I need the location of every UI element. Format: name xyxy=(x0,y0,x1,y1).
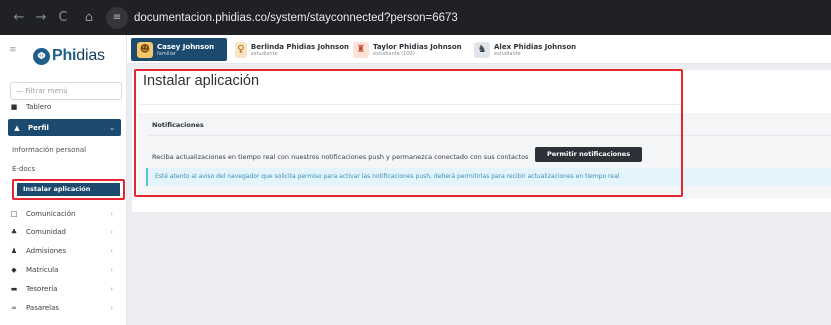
divider xyxy=(147,135,831,136)
sidebar-subitem-edocs[interactable]: E-docs xyxy=(12,165,35,173)
sidebar-item-label: Pasarelas xyxy=(26,303,60,312)
avatar-icon: ☻ xyxy=(137,41,153,58)
chevron-right-icon: › xyxy=(110,209,113,218)
chevron-down-icon: ⌄ xyxy=(109,123,115,132)
tab-role: familiar xyxy=(157,50,176,57)
tab-name: Berlinda Phidias Johnson xyxy=(250,42,349,51)
sidebar-item-label: Perfil xyxy=(28,123,49,132)
sidebar-item-label: Matrícula xyxy=(26,265,59,274)
tab-role: estudiante xyxy=(250,50,278,57)
highlight-box-sidebar: Instalar aplicación xyxy=(12,179,125,200)
sidebar-item-label: Tesorería xyxy=(26,284,58,293)
avatar-icon: ♀ xyxy=(235,41,247,58)
avatar-icon: ♜ xyxy=(353,41,369,58)
info-alert-text: Esté atento al aviso del navegador que s… xyxy=(155,173,620,180)
tab-name: Taylor Phidias Johnson xyxy=(373,42,462,51)
tab-name: Alex Phidias Johnson xyxy=(494,42,577,51)
tab-role: estudiante xyxy=(494,50,521,57)
chevron-right-icon: › xyxy=(110,227,113,236)
sidebar-subitem-informacion-personal[interactable]: Información personal xyxy=(12,146,86,154)
sidebar-item-label: Comunidad xyxy=(26,227,66,236)
logo-mark: Φ xyxy=(33,47,50,65)
graduation-cap-icon: ◆ xyxy=(11,265,17,274)
tab-name: Casey Johnson xyxy=(157,42,215,51)
money-icon: ▬ xyxy=(10,284,18,293)
tab-berlinda-phidias-johnson[interactable]: ♀ Berlinda Phidias Johnson estudiante xyxy=(231,38,349,61)
link-icon: ∞ xyxy=(11,303,17,312)
menu-toggle-icon[interactable]: ≡ xyxy=(9,45,17,55)
sidebar-item-label: Admisiones xyxy=(26,246,67,255)
chat-icon: □ xyxy=(10,209,18,218)
sidebar-item-comunidad[interactable]: ♣ Comunidad › xyxy=(8,224,121,239)
chevron-right-icon: › xyxy=(110,303,113,312)
back-icon[interactable]: ← xyxy=(8,0,30,35)
chevron-right-icon: › xyxy=(110,246,113,255)
avatar-icon: ♞ xyxy=(474,41,490,58)
home-icon[interactable]: ⌂ xyxy=(78,0,100,35)
browser-toolbar: ← → C ⌂ ≡ documentacion.phidias.co/syste… xyxy=(0,0,831,35)
forward-icon[interactable]: → xyxy=(30,0,52,35)
sidebar-item-label: Comunicación xyxy=(26,209,76,218)
section-heading: Notificaciones xyxy=(152,121,204,129)
person-tabs-bar: ☻ Casey Johnson familiar ♀ Berlinda Phid… xyxy=(127,35,831,64)
site-info-icon[interactable]: ≡ xyxy=(106,6,128,29)
sidebar-item-admisiones[interactable]: ♟ Admisiones › xyxy=(8,243,121,258)
page-title: Instalar aplicación xyxy=(143,73,260,89)
phidias-logo[interactable]: Φ Phidias xyxy=(33,47,105,65)
sidebar-item-comunicacion[interactable]: □ Comunicación › xyxy=(8,206,121,221)
divider xyxy=(138,104,682,105)
tab-taylor-phidias-johnson[interactable]: ♜ Taylor Phidias Johnson estudiante (100… xyxy=(349,38,469,61)
chevron-right-icon: › xyxy=(110,265,113,274)
sidebar-item-tablero[interactable]: ■ Tablero xyxy=(8,99,121,114)
sidebar-item-tesoreria[interactable]: ▬ Tesorería › xyxy=(8,281,121,296)
sidebar-item-perfil[interactable]: ▲ Perfil ⌄ xyxy=(8,119,121,136)
dashboard-icon: ■ xyxy=(10,102,18,111)
chevron-right-icon: › xyxy=(110,284,113,293)
user-icon: ▲ xyxy=(14,123,20,132)
notification-description: Reciba actualizaciones en tiempo real co… xyxy=(152,153,529,161)
admissions-icon: ♟ xyxy=(10,246,18,255)
address-bar[interactable]: documentacion.phidias.co/system/stayconn… xyxy=(134,12,458,24)
sidebar-subitem-instalar-aplicacion[interactable]: Instalar aplicación xyxy=(17,183,120,196)
permit-notifications-button[interactable]: Permitir notificaciones xyxy=(535,147,642,162)
reload-icon[interactable]: C xyxy=(52,0,74,35)
logo-text: Phidias xyxy=(52,47,105,64)
sidebar-item-label: Tablero xyxy=(26,102,52,111)
tab-role: estudiante (100) xyxy=(373,50,415,57)
sidebar-item-matricula[interactable]: ◆ Matrícula › xyxy=(8,262,121,277)
filter-menu-input[interactable]: — Filtrar menú xyxy=(10,82,122,100)
community-icon: ♣ xyxy=(10,227,18,236)
tab-alex-phidias-johnson[interactable]: ♞ Alex Phidias Johnson estudiante xyxy=(470,38,580,61)
tab-casey-johnson[interactable]: ☻ Casey Johnson familiar xyxy=(131,38,227,61)
sidebar-item-pasarelas[interactable]: ∞ Pasarelas › xyxy=(8,300,121,315)
